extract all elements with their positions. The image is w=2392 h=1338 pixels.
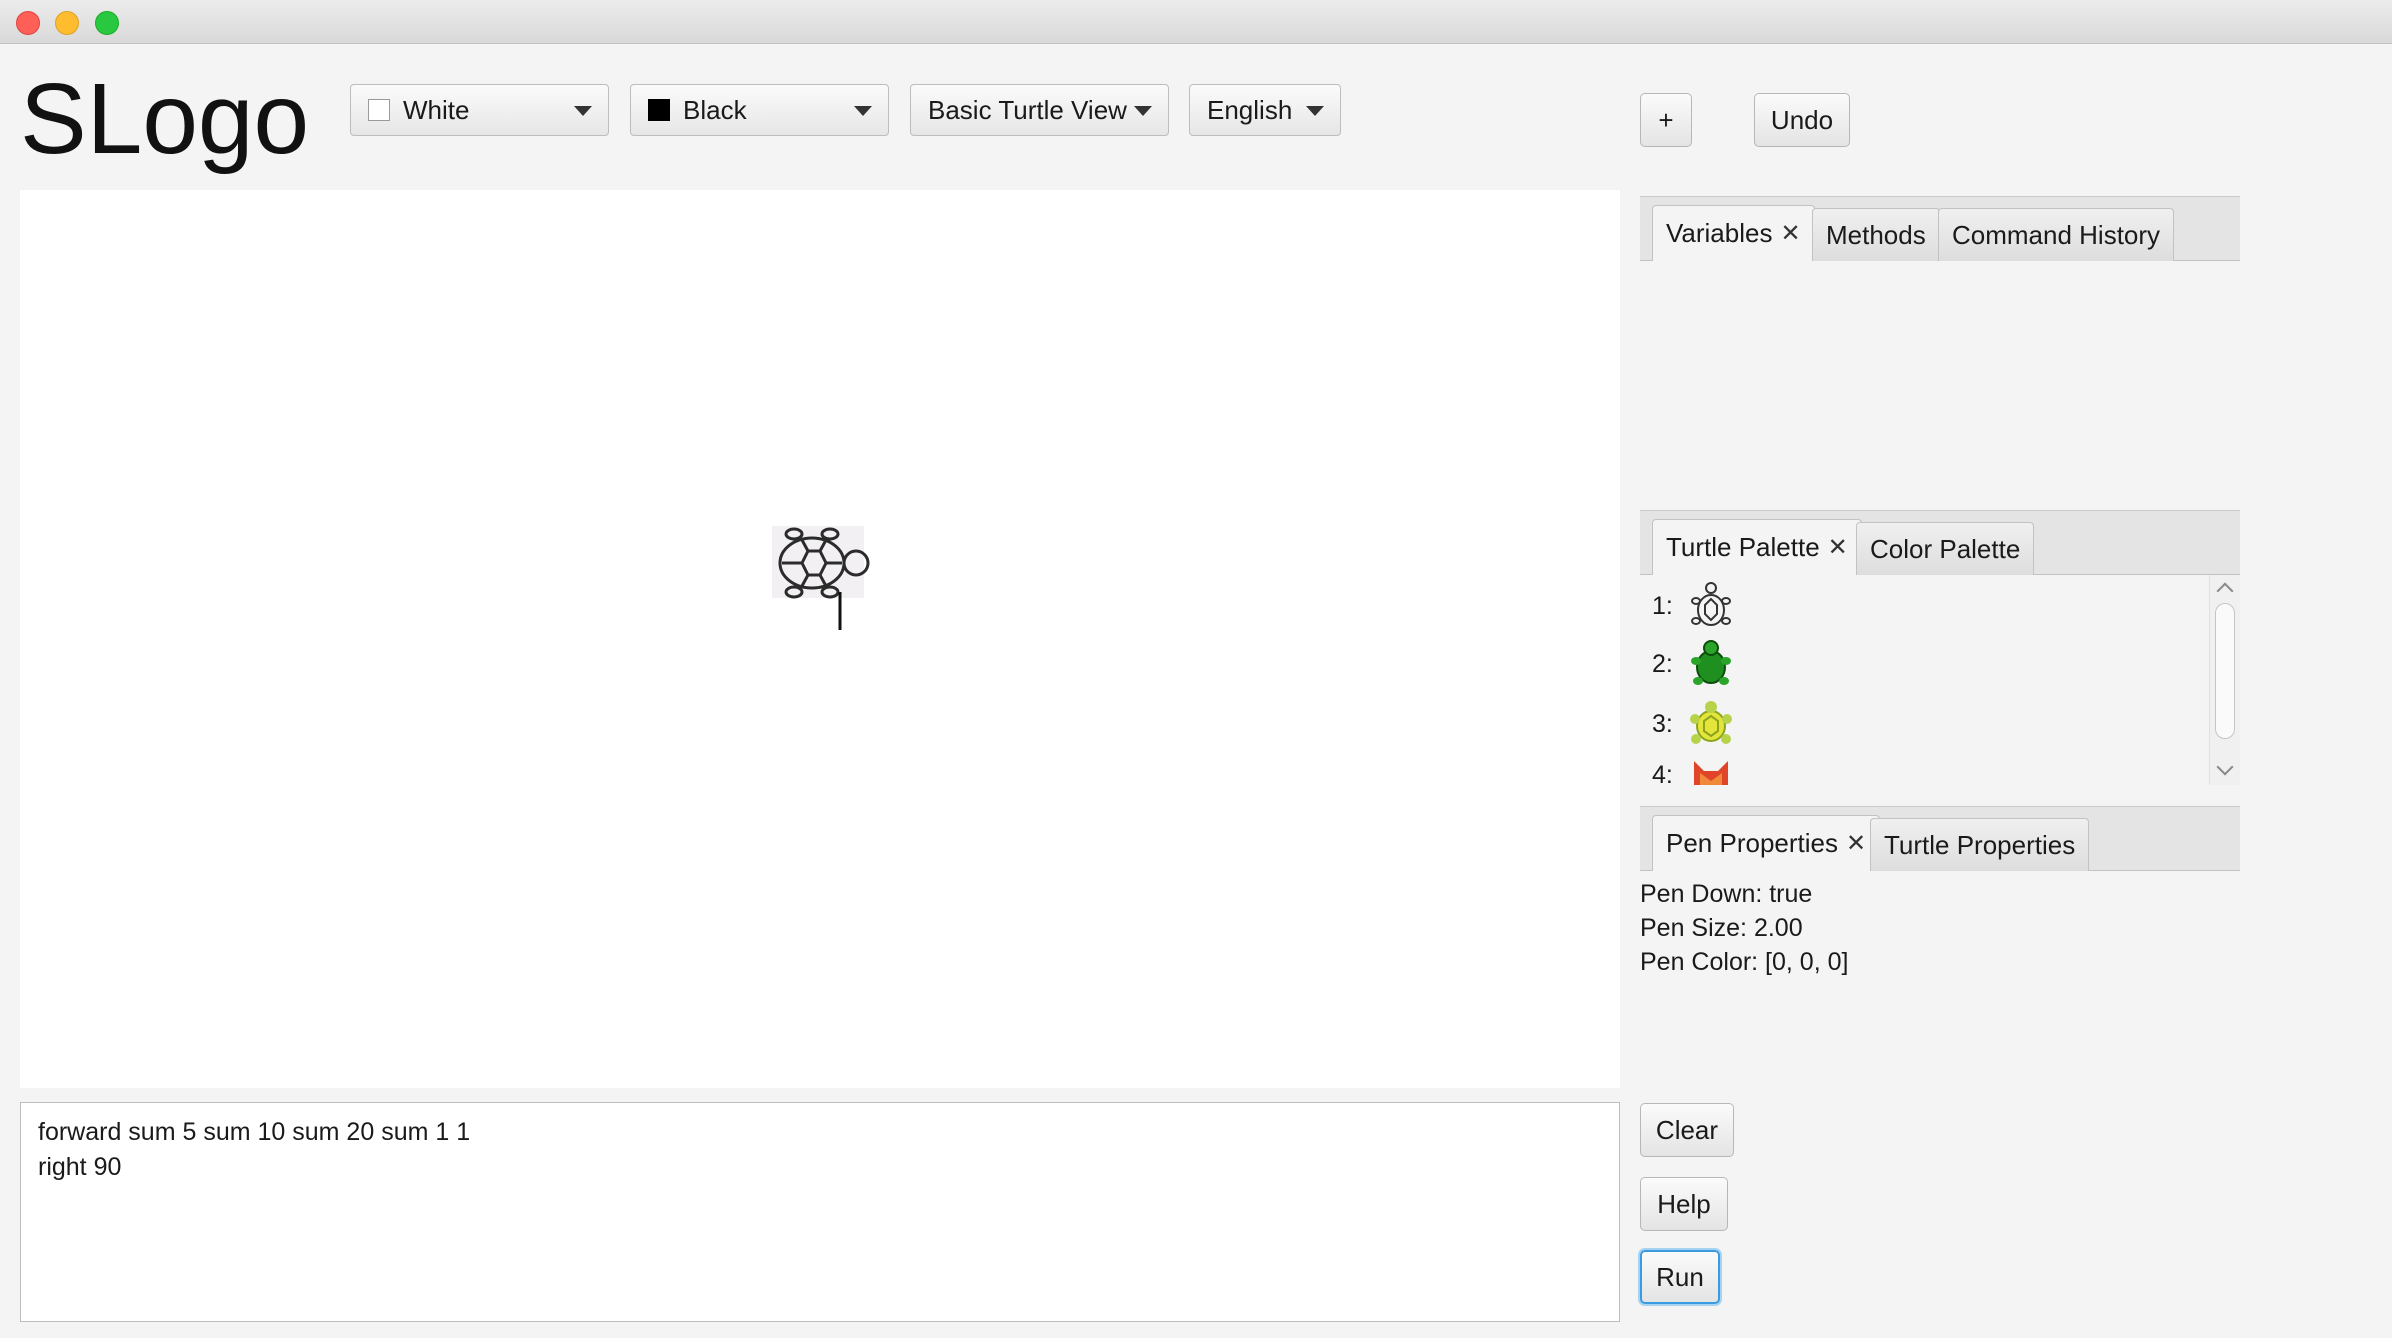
pen-color-swatch <box>648 99 670 121</box>
editor-line: forward sum 5 sum 10 sum 20 sum 1 1 <box>38 1118 471 1146</box>
background-color-combo[interactable]: White <box>350 84 609 136</box>
turtle-outline-icon <box>1691 582 1731 626</box>
list-item[interactable]: 4: <box>1652 755 1732 785</box>
close-icon[interactable]: ✕ <box>1846 829 1866 858</box>
chevron-down-icon <box>574 106 592 116</box>
pen-size-value: Pen Size: 2.00 <box>1640 914 1803 942</box>
green-turtle-icon <box>1691 640 1731 685</box>
tab-color-palette[interactable]: Color Palette <box>1856 522 2035 575</box>
palette-scrollbar[interactable] <box>2209 575 2240 785</box>
turtle-view-combo[interactable]: Basic Turtle View <box>910 84 1169 136</box>
window-maximize-button[interactable] <box>95 11 119 35</box>
list-item[interactable]: 3: <box>1652 699 1732 749</box>
tab-variables[interactable]: Variables ✕ <box>1652 205 1815 261</box>
add-workspace-button[interactable]: + <box>1640 93 1692 147</box>
pen-properties-content: Pen Down: true Pen Size: 2.00 Pen Color:… <box>1640 871 2240 979</box>
pen-color-value: Pen Color: [0, 0, 0] <box>1640 948 1849 976</box>
chevron-down-icon <box>1306 106 1324 116</box>
list-item[interactable]: 1: <box>1652 581 1732 631</box>
window-close-button[interactable] <box>16 11 40 35</box>
pen-down-value: Pen Down: true <box>1640 880 1813 908</box>
language-combo-label: English <box>1207 94 1293 125</box>
command-editor[interactable]: forward sum 5 sum 10 sum 20 sum 1 1 righ… <box>20 1102 1620 1322</box>
chevron-down-icon <box>854 106 872 116</box>
pen-combo-label: Black <box>683 94 747 125</box>
run-button[interactable]: Run <box>1640 1250 1720 1304</box>
info-tabbar: Variables ✕ Methods Command History <box>1640 197 2240 261</box>
palette-tabbar: Turtle Palette ✕ Color Palette <box>1640 511 2240 575</box>
info-tabpane: Variables ✕ Methods Command History <box>1640 196 2240 497</box>
yellow-turtle-icon <box>1690 701 1732 744</box>
window-titlebar <box>0 0 2392 44</box>
pen-color-combo[interactable]: Black <box>630 84 889 136</box>
close-icon[interactable]: ✕ <box>1780 219 1800 248</box>
view-combo-label: Basic Turtle View <box>928 94 1127 125</box>
background-swatch <box>368 99 390 121</box>
language-combo[interactable]: English <box>1189 84 1341 136</box>
tab-command-history[interactable]: Command History <box>1938 208 2175 261</box>
app-title: SLogo <box>20 63 310 175</box>
palette-tabpane: Turtle Palette ✕ Color Palette 1: 2: 3: … <box>1640 510 2240 785</box>
window-minimize-button[interactable] <box>55 11 79 35</box>
scrollbar-thumb[interactable] <box>2215 603 2235 739</box>
clear-button[interactable]: Clear <box>1640 1103 1734 1157</box>
turtle-palette-list[interactable]: 1: 2: 3: 4: <box>1640 575 2240 785</box>
editor-line: right 90 <box>38 1153 122 1181</box>
background-combo-label: White <box>403 94 470 125</box>
close-icon[interactable]: ✕ <box>1828 533 1848 562</box>
turtle-canvas[interactable] <box>20 190 1620 1088</box>
tab-turtle-properties[interactable]: Turtle Properties <box>1870 818 2090 871</box>
orange-fox-icon <box>1694 761 1728 785</box>
turtle-outline-icon[interactable] <box>772 526 904 646</box>
help-button[interactable]: Help <box>1640 1177 1728 1231</box>
tab-turtle-palette[interactable]: Turtle Palette ✕ <box>1652 519 1862 575</box>
list-item[interactable]: 2: <box>1652 639 1732 689</box>
tab-pen-properties[interactable]: Pen Properties ✕ <box>1652 815 1881 871</box>
undo-button[interactable]: Undo <box>1754 93 1850 147</box>
scroll-down-icon[interactable] <box>2216 758 2234 776</box>
chevron-down-icon <box>1134 106 1152 116</box>
properties-tabpane: Pen Properties ✕ Turtle Properties Pen D… <box>1640 806 2240 979</box>
tab-methods[interactable]: Methods <box>1812 208 1940 261</box>
scroll-up-icon[interactable] <box>2216 582 2234 600</box>
properties-tabbar: Pen Properties ✕ Turtle Properties <box>1640 807 2240 871</box>
